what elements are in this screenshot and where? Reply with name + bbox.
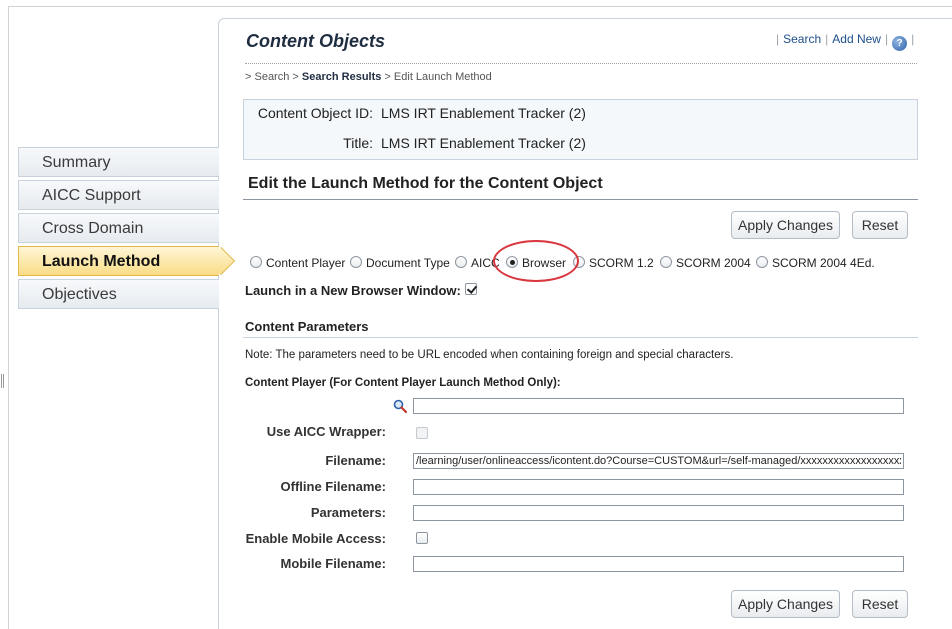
breadcrumb-search-results-link[interactable]: Search Results — [302, 71, 381, 83]
sidebar-item-aicc-support[interactable]: AICC Support — [18, 180, 219, 210]
breadcrumb-separator: > — [381, 71, 394, 83]
content-object-id-label: Content Object ID: — [257, 105, 373, 121]
section-divider — [243, 199, 918, 200]
highlight-annotation-ring — [493, 240, 579, 282]
radio-label: SCORM 2004 — [676, 256, 751, 270]
mobile-filename-label: Mobile Filename: — [280, 556, 386, 571]
radio-button[interactable] — [250, 256, 262, 268]
breadcrumb: > Search > Search Results > Edit Launch … — [245, 71, 492, 83]
page-title: Content Objects — [246, 31, 386, 51]
link-separator: | — [884, 32, 889, 46]
offline-filename-label: Offline Filename: — [280, 479, 386, 494]
content-player-label: Content Player (For Content Player Launc… — [245, 377, 561, 389]
radio-scorm-12[interactable]: SCORM 1.2 — [573, 256, 654, 270]
offline-filename-input[interactable] — [413, 479, 904, 495]
frame-left-border — [8, 6, 9, 629]
help-icon[interactable]: ? — [892, 36, 908, 51]
section-title: Edit the Launch Method for the Content O… — [248, 175, 603, 192]
content-parameters-divider — [243, 337, 918, 338]
breadcrumb-search-link[interactable]: Search — [254, 71, 289, 83]
new-window-checkbox[interactable] — [465, 283, 477, 295]
radio-label: SCORM 2004 4Ed. — [772, 256, 875, 270]
reset-button-top[interactable]: Reset — [852, 211, 908, 239]
sidebar-item-summary[interactable]: Summary — [18, 147, 219, 177]
filename-input[interactable] — [413, 453, 904, 469]
title-label: Title: — [343, 135, 373, 151]
link-separator: | — [776, 32, 780, 46]
sidebar-item-label: AICC Support — [42, 187, 141, 204]
breadcrumb-separator: > — [289, 71, 302, 83]
sidebar-item-launch-method[interactable]: Launch Method — [18, 246, 236, 276]
content-object-id-value: LMS IRT Enablement Tracker (2) — [381, 105, 586, 121]
new-window-label: Launch in a New Browser Window: — [245, 283, 461, 298]
parameters-input[interactable] — [413, 505, 904, 521]
radio-scorm-2004[interactable]: SCORM 2004 — [660, 256, 751, 270]
radio-label: Document Type — [366, 256, 450, 270]
sidebar-item-label: Launch Method — [42, 253, 161, 270]
enable-mobile-access-checkbox[interactable] — [416, 532, 428, 544]
filename-label: Filename: — [325, 453, 386, 468]
sidebar-nav: Summary AICC Support Cross Domain Launch… — [18, 147, 236, 312]
title-value: LMS IRT Enablement Tracker (2) — [381, 135, 586, 151]
breadcrumb-current: Edit Launch Method — [393, 71, 492, 83]
aicc-wrapper-checkbox[interactable] — [416, 427, 428, 439]
search-icon[interactable] — [393, 399, 407, 413]
header-links: | Search | Add New |? | — [772, 32, 918, 51]
content-player-input[interactable] — [413, 398, 904, 414]
panel-splitter-handle[interactable] — [1, 374, 4, 388]
link-separator: | — [911, 32, 915, 46]
apply-changes-button-bottom[interactable]: Apply Changes — [731, 590, 840, 618]
content-object-info-box: Content Object ID: LMS IRT Enablement Tr… — [243, 99, 918, 160]
radio-label: Content Player — [266, 256, 346, 270]
radio-button[interactable] — [455, 256, 467, 268]
sidebar-item-label: Objectives — [42, 286, 117, 303]
sidebar-item-objectives[interactable]: Objectives — [18, 279, 219, 309]
link-separator: | — [825, 32, 829, 46]
content-parameters-title: Content Parameters — [245, 319, 369, 334]
radio-button[interactable] — [350, 256, 362, 268]
radio-scorm-2004-4ed[interactable]: SCORM 2004 4Ed. — [756, 256, 875, 270]
radio-document-type[interactable]: Document Type — [350, 256, 450, 270]
aicc-wrapper-label: Use AICC Wrapper: — [266, 424, 386, 439]
mobile-filename-input[interactable] — [413, 556, 904, 572]
sidebar-item-label: Summary — [42, 154, 111, 171]
apply-changes-button-top[interactable]: Apply Changes — [731, 211, 840, 239]
url-encoding-note: Note: The parameters need to be URL enco… — [245, 349, 734, 361]
search-link[interactable]: Search — [783, 32, 821, 46]
radio-label: SCORM 1.2 — [589, 256, 654, 270]
frame-top-border — [8, 6, 952, 7]
add-new-link[interactable]: Add New — [832, 32, 881, 46]
parameters-label: Parameters: — [310, 505, 386, 520]
enable-mobile-access-label: Enable Mobile Access: — [245, 531, 386, 546]
reset-button-bottom[interactable]: Reset — [852, 590, 908, 618]
sidebar-item-cross-domain[interactable]: Cross Domain — [18, 213, 219, 243]
radio-button[interactable] — [756, 256, 768, 268]
sidebar-item-label: Cross Domain — [42, 220, 144, 237]
radio-button[interactable] — [660, 256, 672, 268]
header-divider — [245, 63, 917, 64]
radio-content-player[interactable]: Content Player — [250, 256, 345, 270]
